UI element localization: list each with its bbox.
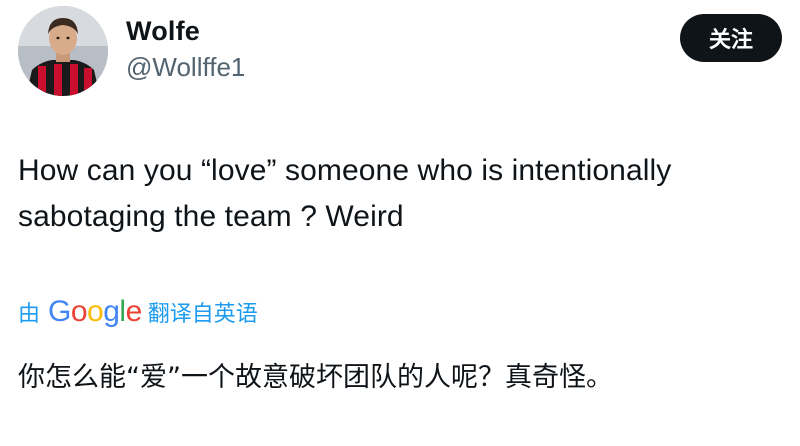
tweet-header: Wolfe @Wollffe1 关注 xyxy=(18,6,782,98)
translation-prefix: 由 xyxy=(18,302,41,327)
translated-tweet-text: 你怎么能“爱”一个故意破坏团队的人呢？真奇怪。 xyxy=(18,362,613,393)
author-names: Wolfe @Wollffe1 xyxy=(126,14,245,84)
author-handle[interactable]: @Wollffe1 xyxy=(126,50,245,84)
translation-suffix: 翻译自英语 xyxy=(147,302,258,327)
follow-button[interactable]: 关注 xyxy=(680,14,782,62)
profile-photo-icon xyxy=(18,6,108,96)
author-display-name[interactable]: Wolfe xyxy=(126,14,245,48)
google-logo: Google xyxy=(48,295,142,328)
translation-attribution[interactable]: 由 Google 翻译自英语 xyxy=(18,292,258,332)
avatar[interactable] xyxy=(18,6,108,96)
tweet-text: How can you “love” someone who is intent… xyxy=(18,154,672,233)
